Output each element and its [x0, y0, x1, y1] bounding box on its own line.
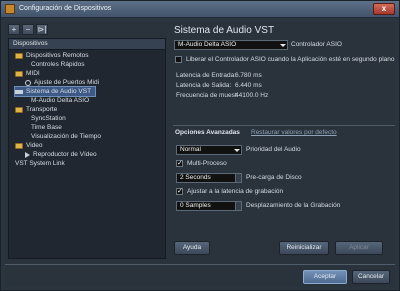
record-offset-label: Desplazamiento de la Grabación — [246, 202, 341, 209]
tree-header: Dispositivos — [9, 39, 165, 50]
folder-icon — [15, 142, 23, 149]
window-title: Configuración de Dispositivos — [19, 5, 112, 12]
add-device-button[interactable]: + — [8, 24, 20, 35]
multiprocess-label: Multi-Proceso — [187, 160, 227, 167]
cancel-button[interactable]: Cancelar — [352, 270, 390, 284]
tree-item-label: M-Audio Delta ASIO — [31, 97, 90, 104]
sample-rate-label: Frecuencia de muest — [176, 92, 237, 99]
input-latency-value: 6.780 ms — [235, 72, 262, 79]
play-icon — [25, 151, 30, 158]
tree-item-midi-ports[interactable]: Ajuste de Puertos Midi — [25, 78, 99, 87]
tree-item-label: VST System Link — [15, 160, 65, 167]
tree-item-label: Visualización de Tiempo — [31, 133, 101, 140]
asio-driver-value: M-Audio Delta ASIO — [178, 41, 237, 48]
tree-item-maudio-delta[interactable]: M-Audio Delta ASIO — [31, 96, 89, 105]
audio-priority-label: Prioridad del Audio — [246, 146, 301, 153]
panel-title: Sistema de Audio VST — [174, 25, 275, 36]
title-bar[interactable]: Configuración de Dispositivos x — [1, 1, 399, 18]
audio-priority-select[interactable]: Normal — [176, 145, 242, 155]
tree-item-label: Video — [26, 142, 43, 149]
tree-item-label: Time Base — [31, 124, 62, 131]
disk-preload-label: Pre-carga de Disco — [246, 174, 302, 181]
device-toolbar: + − ⊳| — [8, 24, 48, 35]
apply-button[interactable]: Aplicar — [335, 241, 383, 255]
record-offset-value: 0 Samples — [180, 202, 211, 209]
tree-item-remote-devices[interactable]: Dispositivos Remotos — [15, 51, 89, 60]
record-offset-field[interactable]: 0 Samples — [176, 201, 242, 211]
disk-preload-field[interactable]: 2 Seconds — [176, 173, 242, 183]
port-icon — [25, 79, 31, 86]
folder-icon — [15, 106, 23, 113]
output-latency-value: 6.440 ms — [235, 82, 262, 89]
close-button[interactable]: x — [373, 3, 395, 15]
tree-item-label: MIDI — [26, 70, 40, 77]
device-setup-window: Configuración de Dispositivos x + − ⊳| D… — [0, 0, 400, 291]
tree-item-label: Reproductor de Vídeo — [33, 151, 97, 158]
ok-button[interactable]: Aceptar — [303, 270, 347, 284]
adjust-latency-checkbox[interactable] — [176, 187, 183, 195]
tree-item-label: Ajuste de Puertos Midi — [34, 79, 100, 86]
stepper-icon[interactable] — [235, 174, 241, 182]
footer-divider — [5, 264, 395, 265]
settings-panel: Sistema de Audio VST M-Audio Delta ASIO … — [173, 21, 395, 261]
audio-system-icon — [15, 89, 23, 94]
tree-item-vst-system-link[interactable]: VST System Link — [15, 159, 65, 168]
chevron-down-icon — [279, 42, 286, 48]
tree-item-label: Dispositivos Remotos — [26, 52, 89, 59]
tree-item-label: SyncStation — [31, 115, 66, 122]
tree-item-video-player[interactable]: Reproductor de Vídeo — [25, 150, 97, 159]
tree-item-time-display[interactable]: Visualización de Tiempo — [31, 132, 101, 141]
stepper-icon[interactable] — [235, 202, 241, 210]
advanced-options-heading: Opciones Avanzadas — [175, 129, 240, 136]
adjust-latency-label: Ajustar a la latencia de grabación — [187, 188, 284, 195]
folder-icon — [15, 52, 23, 59]
disk-preload-value: 2 Seconds — [180, 174, 211, 181]
remove-device-button[interactable]: − — [22, 24, 34, 35]
tree-item-video[interactable]: Video — [15, 141, 43, 150]
multiprocess-checkbox[interactable] — [176, 159, 183, 167]
reset-device-button[interactable]: ⊳| — [36, 24, 48, 35]
tree-item-label: Controles Rápidos — [31, 61, 85, 68]
tree-item-midi[interactable]: MIDI — [15, 69, 40, 78]
section-divider — [173, 125, 395, 126]
release-driver-checkbox[interactable] — [175, 56, 182, 63]
restore-defaults-link[interactable]: Restaurar valores por defecto — [251, 129, 337, 136]
tree-item-time-base[interactable]: Time Base — [31, 123, 62, 132]
tree-item-label: Transporte — [26, 106, 58, 113]
tree-item-quick-controls[interactable]: Controles Rápidos — [31, 60, 84, 69]
tree-item-label: Sistema de Audio VST — [26, 88, 92, 95]
chevron-down-icon — [233, 147, 240, 153]
app-icon — [5, 4, 15, 14]
asio-driver-label: Controlador ASIO — [291, 41, 342, 48]
help-button[interactable]: Ayuda — [174, 241, 210, 255]
tree-item-syncstation[interactable]: SyncStation — [31, 114, 66, 123]
release-driver-label: Liberar el Controlador ASIO cuando la Ap… — [186, 56, 395, 63]
device-tree-panel: Dispositivos Dispositivos Remotos Contro… — [8, 38, 166, 259]
output-latency-label: Latencia de Salida: — [176, 82, 232, 89]
audio-priority-value: Normal — [180, 146, 201, 153]
folder-icon — [15, 70, 23, 77]
sample-rate-value: 44100.0 Hz — [235, 92, 269, 99]
tree-item-vst-audio-system[interactable]: Sistema de Audio VST — [14, 86, 96, 97]
tree-item-transport[interactable]: Transporte — [15, 105, 57, 114]
input-latency-label: Latencia de Entrada: — [176, 72, 236, 79]
asio-driver-select[interactable]: M-Audio Delta ASIO — [174, 40, 288, 50]
reset-button[interactable]: Reinicializar — [279, 241, 329, 255]
dialog-body: + − ⊳| Dispositivos Dispositivos Remotos… — [5, 21, 395, 287]
